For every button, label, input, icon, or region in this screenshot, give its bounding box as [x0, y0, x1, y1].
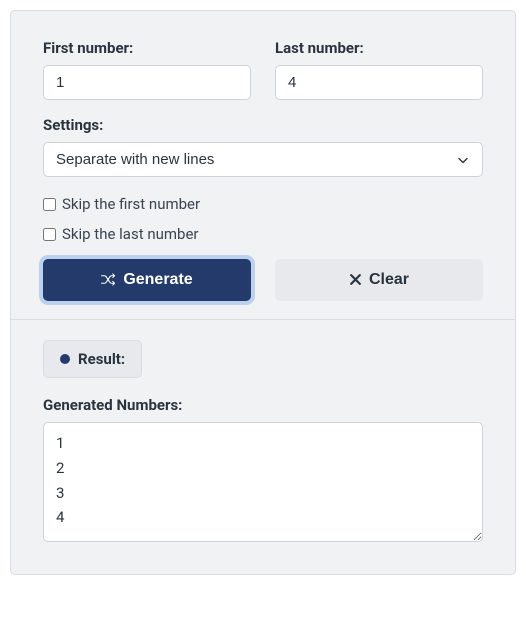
- circle-icon: [60, 354, 70, 364]
- first-number-col: First number:: [43, 39, 251, 100]
- skip-last-row: Skip the last number: [43, 225, 483, 243]
- result-badge-label: Result:: [78, 350, 125, 368]
- skip-last-checkbox[interactable]: [43, 228, 56, 241]
- skip-first-row: Skip the first number: [43, 195, 483, 213]
- output-label: Generated Numbers:: [43, 396, 483, 414]
- skip-first-label[interactable]: Skip the first number: [62, 195, 200, 213]
- skip-last-label[interactable]: Skip the last number: [62, 225, 199, 243]
- first-number-label: First number:: [43, 39, 251, 57]
- generator-card: First number: Last number: Settings: Sep…: [10, 10, 516, 575]
- last-number-col: Last number:: [275, 39, 483, 100]
- button-row: Generate Clear: [43, 259, 483, 301]
- number-inputs-row: First number: Last number:: [43, 39, 483, 100]
- card-footer: Result: Generated Numbers:: [11, 319, 515, 574]
- settings-label: Settings:: [43, 116, 483, 134]
- last-number-label: Last number:: [275, 39, 483, 57]
- settings-select[interactable]: Separate with new lines: [43, 142, 483, 177]
- card-body: First number: Last number: Settings: Sep…: [11, 11, 515, 319]
- generate-button-label: Generate: [123, 271, 192, 289]
- result-badge: Result:: [43, 340, 142, 378]
- close-icon: [349, 271, 362, 289]
- shuffle-icon: [101, 271, 116, 289]
- first-number-input[interactable]: [43, 65, 251, 100]
- last-number-input[interactable]: [275, 65, 483, 100]
- settings-select-wrap: Separate with new lines: [43, 142, 483, 177]
- output-textarea[interactable]: [43, 422, 483, 542]
- skip-first-checkbox[interactable]: [43, 198, 56, 211]
- generate-button[interactable]: Generate: [43, 259, 251, 301]
- settings-section: Settings: Separate with new lines: [43, 116, 483, 177]
- clear-button[interactable]: Clear: [275, 259, 483, 301]
- clear-button-label: Clear: [369, 271, 409, 289]
